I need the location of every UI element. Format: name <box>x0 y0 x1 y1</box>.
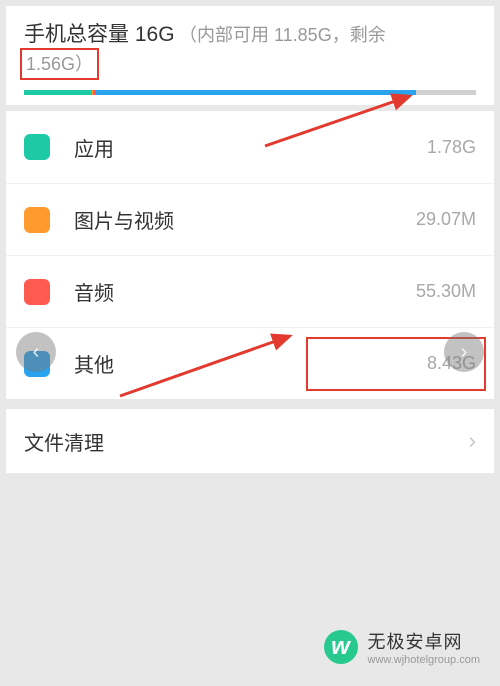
watermark-brand: 无极安卓网 <box>368 628 481 654</box>
storage-progress-bar <box>24 90 476 95</box>
cleanup-button[interactable]: 文件清理 › <box>6 409 494 473</box>
cleanup-card: 文件清理 › <box>6 409 494 473</box>
row-label: 图片与视频 <box>74 205 416 234</box>
watermark: w 无极安卓网 www.wjhotelgroup.com <box>324 628 481 666</box>
remaining-value: 1.56G） <box>26 54 93 74</box>
row-value: 55.30M <box>416 281 476 302</box>
progress-seg-apps <box>24 90 92 95</box>
usage-row-audio[interactable]: 音频 55.30M <box>6 255 494 327</box>
cleanup-label: 文件清理 <box>24 427 469 456</box>
gallery-next-button[interactable]: › <box>444 332 484 372</box>
chevron-right-icon: › <box>461 341 468 364</box>
progress-seg-other <box>95 90 416 95</box>
usage-row-other[interactable]: 其他 8.43G <box>6 327 494 399</box>
watermark-url: www.wjhotelgroup.com <box>368 654 481 666</box>
gallery-prev-button[interactable]: ‹ <box>16 332 56 372</box>
usage-row-apps[interactable]: 应用 1.78G <box>6 111 494 183</box>
storage-subtitle: （内部可用 11.85G，剩余 <box>179 25 386 45</box>
row-label: 应用 <box>74 133 427 162</box>
watermark-logo-icon: w <box>324 630 358 664</box>
remaining-highlight: 1.56G） <box>20 48 99 80</box>
chevron-right-icon: › <box>469 428 476 454</box>
chevron-left-icon: ‹ <box>33 341 40 364</box>
row-value: 29.07M <box>416 209 476 230</box>
row-label: 音频 <box>74 277 416 306</box>
storage-title: 手机总容量 16G <box>24 23 175 46</box>
usage-row-media[interactable]: 图片与视频 29.07M <box>6 183 494 255</box>
usage-list: 应用 1.78G 图片与视频 29.07M 音频 55.30M 其他 8.43G <box>6 111 494 399</box>
storage-header: 手机总容量 16G （内部可用 11.85G，剩余 1.56G） <box>6 6 494 105</box>
media-icon <box>24 207 50 233</box>
row-value: 1.78G <box>427 137 476 158</box>
audio-icon <box>24 279 50 305</box>
apps-icon <box>24 134 50 160</box>
row-label: 其他 <box>74 349 427 378</box>
